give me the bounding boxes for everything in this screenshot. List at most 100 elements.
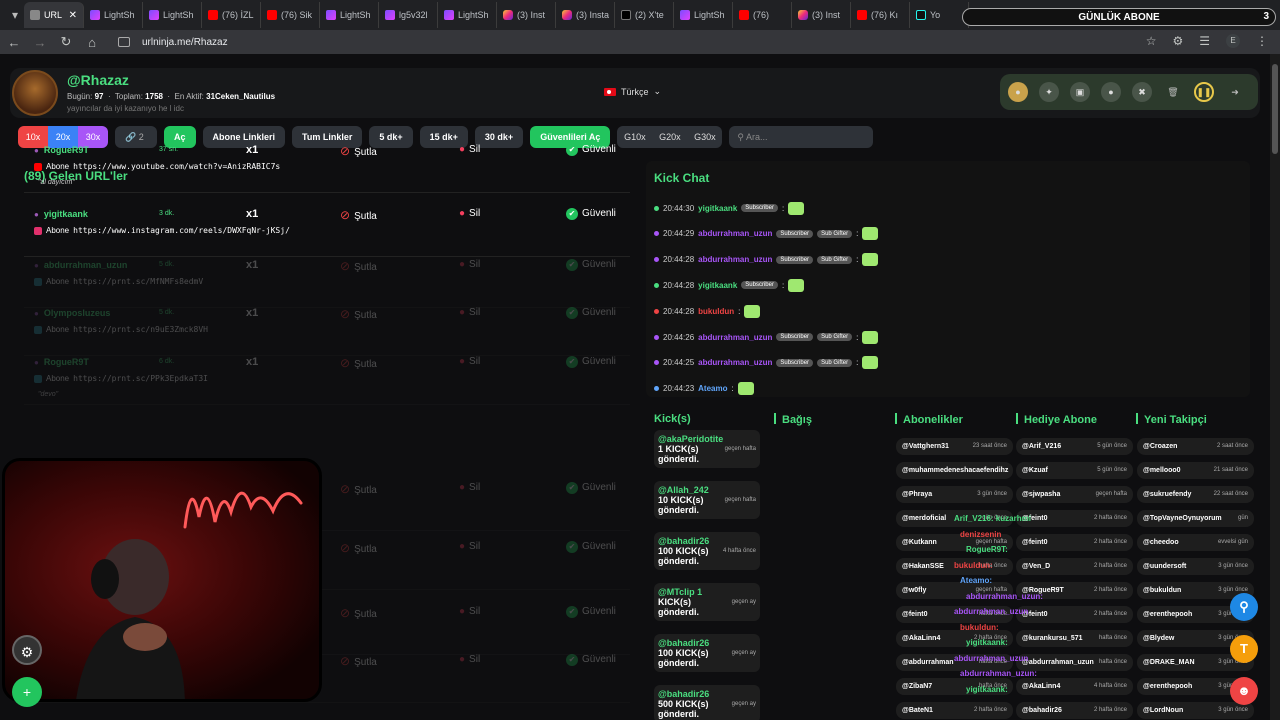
tab-4[interactable]: (76) Sik — [261, 2, 320, 28]
twitter-icon[interactable]: ✦ — [1039, 82, 1059, 102]
lock-icon[interactable]: ● — [1101, 82, 1121, 102]
tab-8[interactable]: (3) Inst — [497, 2, 556, 28]
tab-9[interactable]: (3) Insta — [556, 2, 615, 28]
page-scrollbar[interactable] — [1270, 54, 1280, 720]
tab-label: LightSh — [340, 10, 371, 20]
language-select[interactable]: Türkçe ⌄ — [604, 86, 661, 97]
t-button[interactable]: T — [1230, 635, 1258, 663]
blocked-icon[interactable]: ✖ — [1132, 82, 1152, 102]
row-username[interactable]: yigitkaank — [34, 209, 88, 219]
event-time: 2 saat önce — [1216, 443, 1248, 449]
forward-icon[interactable]: → — [28, 35, 52, 50]
skip-button[interactable]: Şutla — [340, 606, 377, 620]
chat-username[interactable]: abdurrahman_uzun — [698, 333, 772, 342]
row-username[interactable]: RogueR9T — [34, 357, 89, 367]
delete-button[interactable]: Sil — [459, 356, 480, 367]
coin-icon[interactable]: ● — [1008, 82, 1028, 102]
delete-button[interactable]: Sil — [459, 307, 480, 318]
chat-username[interactable]: abdurrahman_uzun — [698, 229, 772, 238]
row-username[interactable]: abdurrahman_uzun — [34, 260, 128, 270]
tab-1[interactable]: LightSh — [84, 2, 143, 28]
delete-button[interactable]: Sil — [459, 208, 480, 219]
tab-14[interactable]: (76) Kı — [851, 2, 910, 28]
row-link[interactable]: Abone https://prnt.sc/PPk3EpdkaT3I — [34, 374, 208, 383]
search-input[interactable]: ⚲ Ara... — [729, 126, 874, 148]
chat-username[interactable]: abdurrahman_uzun — [698, 255, 772, 264]
row-username[interactable]: RogueR9T — [34, 145, 89, 155]
chat-username[interactable]: yigitkaank — [698, 204, 737, 213]
g30x-button[interactable]: G30x — [687, 126, 722, 148]
instagram-icon[interactable]: ▣ — [1070, 82, 1090, 102]
remove-user-button[interactable]: ☻ — [1230, 677, 1258, 705]
row-link[interactable]: Abone https://prnt.sc/MfNMFs8edmV — [34, 277, 203, 286]
link-source-icon — [34, 277, 42, 286]
settings-icon[interactable]: ⚙ — [12, 635, 42, 665]
browser-menu-icon[interactable]: ⋮ — [1256, 34, 1268, 48]
skip-button[interactable]: Şutla — [340, 144, 377, 158]
tab-2[interactable]: LightSh — [143, 2, 202, 28]
skip-button[interactable]: Şutla — [340, 307, 377, 321]
tab-5[interactable]: LightSh — [320, 2, 379, 28]
address-bar[interactable]: urlninja.me/Rhazaz — [142, 37, 228, 48]
scrollbar-thumb[interactable] — [1272, 64, 1278, 154]
safe-button[interactable]: Güvenli — [566, 654, 616, 666]
delete-button[interactable]: Sil — [459, 606, 480, 617]
profile-avatar[interactable]: E — [1226, 34, 1240, 48]
chat-username[interactable]: yigitkaank — [698, 281, 737, 290]
logout-icon[interactable]: ➜ — [1225, 82, 1245, 102]
delete-button[interactable]: Sil — [459, 541, 480, 552]
skip-button[interactable]: Şutla — [340, 259, 377, 273]
tab-12[interactable]: (76) — [733, 2, 792, 28]
extensions-icon[interactable]: ⚙ — [1172, 34, 1183, 48]
reload-icon[interactable]: ↻ — [54, 34, 78, 50]
home-icon[interactable]: ⌂ — [80, 35, 104, 50]
row-username[interactable]: Olymposluzeus — [34, 308, 111, 318]
skip-button[interactable]: Şutla — [340, 654, 377, 668]
tab-10[interactable]: (2) X'te — [615, 2, 674, 28]
trash-icon[interactable]: 🗑 — [1163, 82, 1183, 102]
delete-button[interactable]: Sil — [459, 259, 480, 270]
safe-button[interactable]: Güvenli — [566, 208, 616, 220]
zoom-search-button[interactable]: ⚲ — [1230, 593, 1258, 621]
tab-6[interactable]: lg5v32l — [379, 2, 438, 28]
tab-0[interactable]: URL ✕ — [24, 2, 84, 28]
close-icon[interactable]: ✕ — [69, 10, 77, 21]
row-link[interactable]: Abone https://www.instagram.com/reels/DWX… — [34, 226, 290, 235]
tab-13[interactable]: (3) Inst — [792, 2, 851, 28]
overlay-alert: abdurrahman_uzun — [954, 653, 1029, 663]
safe-button[interactable]: Güvenli — [566, 259, 616, 271]
chat-username[interactable]: Ateamo — [698, 384, 727, 393]
skip-button[interactable]: Şutla — [340, 208, 377, 222]
back-icon[interactable]: ← — [2, 35, 26, 50]
safe-button[interactable]: Güvenli — [566, 307, 616, 319]
chat-username[interactable]: abdurrahman_uzun — [698, 358, 772, 367]
row-link[interactable]: Abone https://www.youtube.com/watch?v=Ani… — [34, 162, 280, 171]
safe-button[interactable]: Güvenli — [566, 541, 616, 553]
safe-button[interactable]: Güvenli — [566, 144, 616, 156]
skip-button[interactable]: Şutla — [340, 482, 377, 496]
streamer-silhouette — [76, 539, 185, 699]
tab-7[interactable]: LightSh — [438, 2, 497, 28]
pause-icon[interactable]: ❚❚ — [1194, 82, 1214, 102]
bookmark-star-icon[interactable]: ☆ — [1146, 34, 1157, 48]
media-controls-icon[interactable]: ☰ — [1199, 34, 1210, 48]
safe-button[interactable]: Güvenli — [566, 606, 616, 618]
delete-button[interactable]: Sil — [459, 654, 480, 665]
g20x-button[interactable]: G20x — [652, 126, 687, 148]
tab-search-icon[interactable]: ▾ — [6, 6, 24, 24]
tab-11[interactable]: LightSh — [674, 2, 733, 28]
row-link[interactable]: Abone https://prnt.sc/n9uE3Zmck8VH — [34, 325, 208, 334]
site-info-icon[interactable] — [118, 37, 130, 47]
chat-colon: : — [731, 384, 734, 394]
delete-button[interactable]: Sil — [459, 482, 480, 493]
delete-button[interactable]: Sil — [459, 144, 480, 155]
safe-button[interactable]: Güvenli — [566, 356, 616, 368]
event-user: @abdurrahman_uzun — [1022, 659, 1094, 666]
skip-button[interactable]: Şutla — [340, 541, 377, 555]
chat-username[interactable]: bukuldun — [698, 307, 734, 316]
tab-15[interactable]: Yo — [910, 2, 969, 28]
safe-button[interactable]: Güvenli — [566, 482, 616, 494]
add-user-button[interactable]: + — [12, 677, 42, 707]
tab-3[interactable]: (76) İZL — [202, 2, 261, 28]
skip-button[interactable]: Şutla — [340, 356, 377, 370]
